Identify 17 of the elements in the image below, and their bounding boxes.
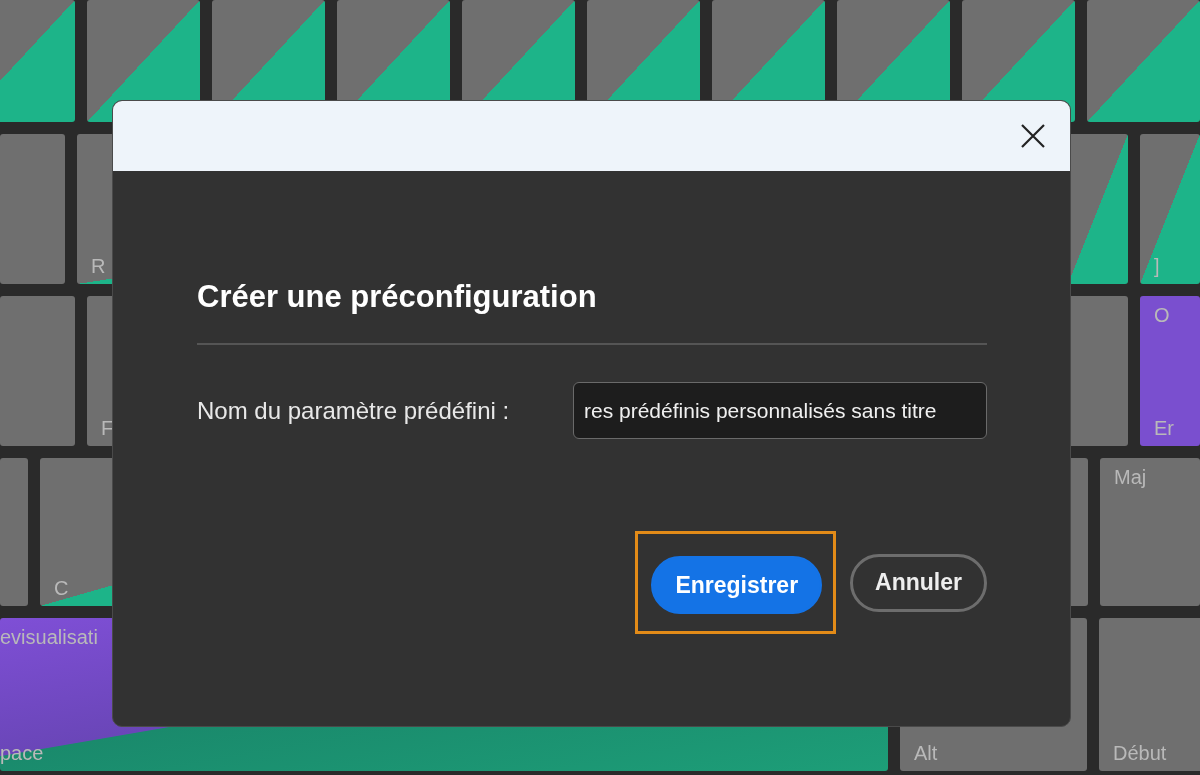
key-label: F [101,417,115,440]
dialog-title: Créer une préconfiguration [197,279,598,315]
key-label: Alt [914,742,939,765]
key-label: pace [0,742,45,765]
key-label: C [54,577,70,600]
key-label: R [91,255,107,278]
field-label: Nom du paramètre prédéfini : [197,396,510,425]
key-label: Début [1113,742,1168,765]
key-label: ] [1154,255,1161,278]
key-label: evisualisati [0,626,99,649]
preset-name-field[interactable]: res prédéfinis personnalisés sans titre [573,382,987,439]
key-label: Er [1154,417,1175,440]
close-icon [1020,123,1046,149]
key-label: O [1154,304,1171,327]
cancel-button[interactable]: Annuler [850,553,987,612]
key-label: Maj [1114,466,1148,489]
save-button[interactable]: Enregistrer [651,556,823,614]
